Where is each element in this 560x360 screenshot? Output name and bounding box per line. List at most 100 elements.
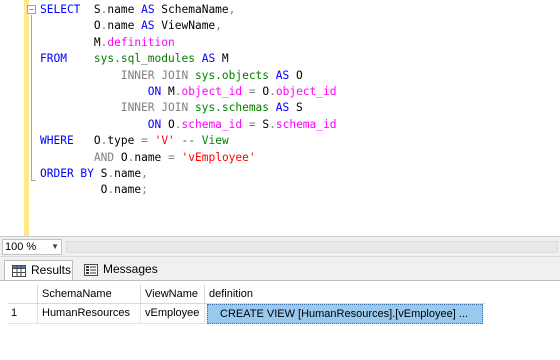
code-token: type xyxy=(107,134,142,148)
code-token: FROM xyxy=(40,52,67,66)
code-line[interactable]: WHERE O.type = 'V' -- View xyxy=(40,133,560,149)
code-token: = xyxy=(248,84,256,98)
code-token: sys.objects xyxy=(194,68,270,82)
code-token: schema_id xyxy=(275,117,337,131)
code-token: AS xyxy=(141,19,155,33)
code-line[interactable]: ORDER BY S.name, xyxy=(40,166,560,182)
code-token: . xyxy=(174,117,182,131)
code-token: name xyxy=(114,183,142,197)
code-line[interactable]: ON M.object_id = O.object_id xyxy=(40,84,560,100)
code-token: INNER JOIN xyxy=(120,68,189,82)
code-token: = xyxy=(248,117,256,131)
code-token: , xyxy=(228,3,236,16)
code-token: O xyxy=(73,134,101,148)
code-token: M xyxy=(215,52,229,66)
column-header-schemaname[interactable]: SchemaName xyxy=(38,285,141,304)
code-token: S xyxy=(93,166,108,180)
code-token: name xyxy=(134,150,169,164)
code-token: S xyxy=(80,3,101,16)
code-token: AND xyxy=(93,150,115,164)
code-token: name xyxy=(107,19,142,33)
results-grid-pane: SchemaName ViewName definition 1 HumanRe… xyxy=(0,280,560,360)
code-token: = xyxy=(168,150,175,164)
zoom-value: 100 % xyxy=(5,241,37,253)
code-token: SchemaName xyxy=(154,3,229,16)
code-token: = xyxy=(141,134,148,148)
cell-definition[interactable]: CREATE VIEW [HumanResources].[vEmployee]… xyxy=(207,304,483,324)
code-token: ; xyxy=(141,183,148,197)
code-token: WHERE xyxy=(40,134,74,148)
tab-results[interactable]: Results xyxy=(4,260,73,281)
code-token: O xyxy=(255,84,270,98)
code-token: S xyxy=(255,117,270,131)
code-token: schema_id xyxy=(181,117,243,131)
code-token: AS xyxy=(141,3,155,16)
code-token: O xyxy=(161,117,175,131)
code-token: ViewName xyxy=(154,19,216,33)
zoom-dropdown[interactable]: 100 % ▼ xyxy=(2,239,62,255)
code-token: ORDER BY xyxy=(40,166,94,180)
code-token: . xyxy=(269,84,276,98)
tab-results-label: Results xyxy=(31,263,72,277)
code-token: object_id xyxy=(275,84,337,98)
code-token: sys.schemas xyxy=(194,101,270,115)
grid-icon xyxy=(12,265,26,277)
code-token: object_id xyxy=(181,84,243,98)
collapse-region-icon[interactable]: − xyxy=(27,5,36,14)
code-line[interactable]: SELECT S.name AS SchemaName, xyxy=(40,2,560,18)
cell-schemaname[interactable]: HumanResources xyxy=(38,304,141,324)
code-line[interactable]: M.definition xyxy=(40,35,560,51)
code-line[interactable]: FROM sys.sql_modules AS M xyxy=(40,51,560,67)
code-token: ON xyxy=(147,117,162,131)
code-token: O xyxy=(114,150,128,164)
cell-viewname[interactable]: vEmployee xyxy=(141,304,205,324)
code-token: AS xyxy=(201,52,216,66)
code-token: INNER JOIN xyxy=(120,101,189,115)
change-tracking-bar xyxy=(24,0,29,236)
code-token: AS xyxy=(275,101,290,115)
code-line[interactable]: ON O.schema_id = S.schema_id xyxy=(40,117,560,133)
query-editor[interactable]: − SELECT S.name AS SchemaName, O.name AS… xyxy=(0,0,560,236)
code-token: definition xyxy=(107,35,175,49)
code-token: M xyxy=(161,84,175,98)
row-number[interactable]: 1 xyxy=(8,304,38,324)
code-token: name xyxy=(114,166,142,180)
code-token: 'vEmployee' xyxy=(181,150,256,164)
code-token: -- View xyxy=(174,134,229,148)
code-token: . xyxy=(174,84,182,98)
row-number-header[interactable] xyxy=(8,285,38,304)
code-token: ON xyxy=(147,84,162,98)
chevron-down-icon[interactable]: ▼ xyxy=(51,240,59,254)
sql-code[interactable]: SELECT S.name AS SchemaName, O.name AS V… xyxy=(40,2,560,199)
messages-icon xyxy=(84,264,98,276)
code-line[interactable]: INNER JOIN sys.schemas AS S xyxy=(40,100,560,116)
code-line[interactable]: AND O.name = 'vEmployee' xyxy=(40,150,560,166)
code-token: , xyxy=(215,19,222,33)
column-header-viewname[interactable]: ViewName xyxy=(141,285,205,304)
code-line[interactable]: INNER JOIN sys.objects AS O xyxy=(40,68,560,84)
outline-line-end xyxy=(31,180,36,181)
code-token: , xyxy=(141,166,148,180)
code-token: S xyxy=(289,101,303,115)
code-token: name xyxy=(107,3,142,16)
column-header-definition[interactable]: definition xyxy=(205,285,485,304)
results-tab-strip: Results Messages xyxy=(0,256,560,281)
outline-line xyxy=(31,15,32,180)
code-token: 'V' xyxy=(154,134,175,148)
code-line[interactable]: O.name; xyxy=(40,182,560,198)
code-token: AS xyxy=(275,68,290,82)
code-line[interactable]: O.name AS ViewName, xyxy=(40,18,560,34)
horizontal-scrollbar[interactable] xyxy=(66,241,558,253)
code-token: O xyxy=(40,19,101,33)
tab-messages[interactable]: Messages xyxy=(77,260,158,281)
code-token: O xyxy=(40,183,108,197)
